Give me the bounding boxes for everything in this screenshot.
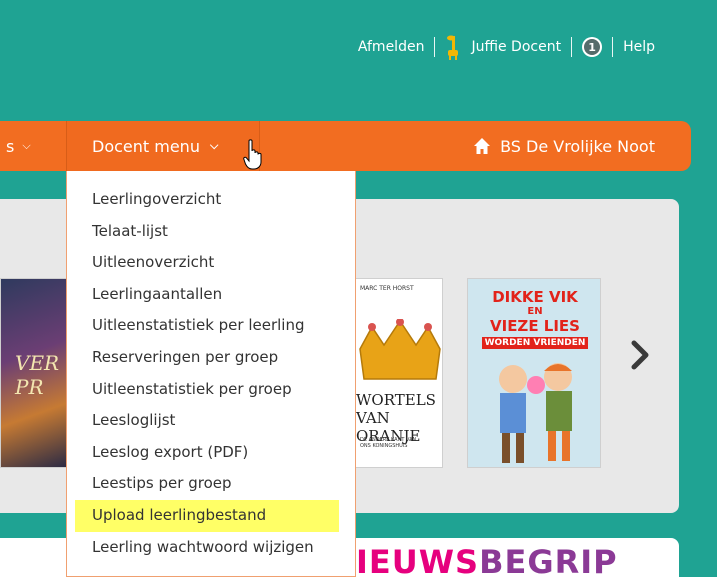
book-title: VER PR — [15, 351, 60, 399]
menu-item-uitleenstatistiek-per-groep[interactable]: Uitleenstatistiek per groep — [75, 374, 355, 406]
main-nav: s ⌵ Docent menu ⌵ BS De Vrolijke Noot — [0, 121, 691, 171]
divider — [571, 37, 573, 57]
menu-item-upload-leerlingbestand[interactable]: Upload leerlingbestand — [75, 499, 339, 532]
nav-item-school[interactable]: BS De Vrolijke Noot — [473, 121, 655, 171]
book-subtitle: DE ANDERE KANT VAN ONS KONINGSHUIS — [360, 437, 417, 449]
book-cover[interactable]: VER PR — [0, 278, 67, 468]
menu-item-leestips-per-groep[interactable]: Leestips per groep — [75, 468, 355, 500]
notification-badge[interactable]: 1 — [582, 37, 603, 57]
home-icon — [474, 138, 491, 154]
nav-item-previous[interactable]: s ⌵ — [0, 121, 66, 171]
notification-count: 1 — [584, 39, 601, 55]
nav-item-docent-menu[interactable]: Docent menu ⌵ — [66, 121, 260, 171]
book-title-line: VIEZE LIES — [490, 317, 580, 335]
chevron-down-icon: ⌵ — [22, 139, 31, 152]
help-link[interactable]: Help — [623, 39, 655, 55]
logo-part-a: IEUWS — [356, 543, 480, 577]
book-title-line: WORDEN VRIENDEN — [482, 337, 588, 349]
crown-icon — [359, 319, 441, 380]
menu-item-leeslog-export[interactable]: Leeslog export (PDF) — [75, 437, 355, 469]
menu-item-leesloglijst[interactable]: Leesloglijst — [75, 405, 355, 437]
hand-cursor-icon — [243, 139, 262, 170]
book-cover[interactable]: MARC TER HORST WORTELS VAN ORANJE DE AND… — [355, 278, 443, 468]
nav-item-label: Docent menu — [92, 136, 200, 156]
divider — [434, 37, 436, 57]
menu-item-leerlingaantallen[interactable]: Leerlingaantallen — [75, 279, 355, 311]
book-illustration — [499, 363, 572, 463]
chevron-down-icon: ⌵ — [209, 139, 219, 152]
divider — [612, 37, 614, 57]
logo-part-b: BEGRIP — [479, 543, 618, 577]
book-cover[interactable]: DIKKE VIK EN VIEZE LIES WORDEN VRIENDEN — [467, 278, 601, 468]
nav-item-label: s — [6, 136, 15, 156]
chevron-right-icon[interactable] — [629, 340, 651, 370]
menu-item-reserveringen-per-groep[interactable]: Reserveringen per groep — [75, 342, 355, 374]
user-name-link[interactable]: Juffie Docent — [471, 39, 561, 55]
menu-item-uitleenoverzicht[interactable]: Uitleenoverzicht — [75, 247, 355, 279]
nieuwsbegrip-logo[interactable]: IEUWSBEGRIP — [356, 543, 618, 577]
menu-item-leerlingoverzicht[interactable]: Leerlingoverzicht — [75, 184, 355, 216]
menu-item-leerling-wachtwoord-wijzigen[interactable]: Leerling wachtwoord wijzigen — [75, 532, 355, 564]
book-title-line: DIKKE VIK — [492, 288, 578, 306]
docent-dropdown-menu: Leerlingoverzicht Telaat-lijst Uitleenov… — [66, 171, 356, 577]
menu-item-uitleenstatistiek-per-leerling[interactable]: Uitleenstatistiek per leerling — [75, 310, 355, 342]
school-name: BS De Vrolijke Noot — [500, 136, 655, 156]
menu-item-telaat-lijst[interactable]: Telaat-lijst — [75, 216, 355, 248]
user-toolbar: Afmelden Juffie Docent 1 Help — [358, 33, 655, 61]
book-author: MARC TER HORST — [360, 285, 414, 292]
logout-link[interactable]: Afmelden — [358, 39, 425, 55]
giraffe-icon — [447, 35, 459, 60]
